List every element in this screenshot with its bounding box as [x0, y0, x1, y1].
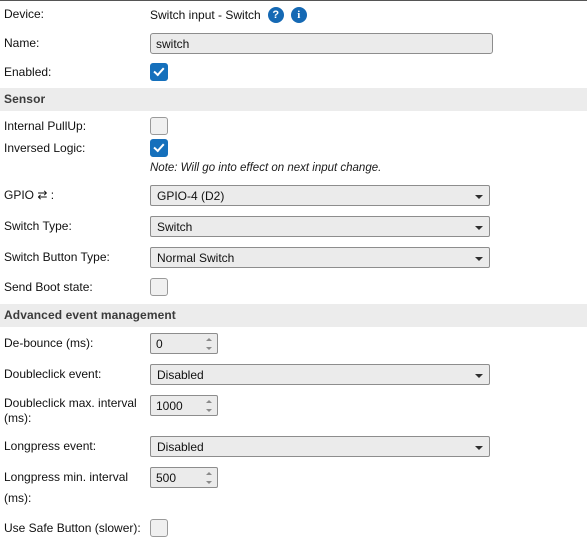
doubleclick-event-row: Doubleclick event: Disabled: [0, 359, 587, 390]
spinner-icon[interactable]: [205, 399, 212, 412]
spinner-down-icon[interactable]: [205, 480, 212, 484]
help-icon[interactable]: ?: [267, 7, 284, 23]
device-settings-form: Device: Switch input - Switch ? i Name: …: [0, 1, 587, 543]
switch-type-select[interactable]: Switch: [150, 216, 490, 237]
switch-type-label: Switch Type:: [4, 219, 72, 233]
name-input[interactable]: [150, 33, 493, 54]
doubleclick-event-select-value: Disabled: [157, 367, 204, 382]
safe-button-row: Use Safe Button (slower):: [0, 514, 587, 543]
spinner-down-icon[interactable]: [205, 408, 212, 412]
name-label: Name:: [4, 36, 40, 50]
enabled-row: Enabled:: [0, 58, 587, 88]
gpio-select-value: GPIO-4 (D2): [157, 188, 225, 203]
inversed-logic-note-row: Note: Will go into effect on next input …: [0, 159, 587, 182]
chevron-down-icon: [475, 373, 483, 378]
enabled-checkbox[interactable]: [150, 63, 168, 81]
doubleclick-interval-input[interactable]: 1000: [150, 395, 218, 416]
spinner-icon[interactable]: [205, 337, 212, 350]
device-value-text: Switch input - Switch: [150, 8, 261, 22]
longpress-interval-label: Longpress min. interval (ms):: [4, 470, 129, 505]
info-icon[interactable]: i: [290, 7, 307, 23]
name-row: Name:: [0, 30, 587, 58]
internal-pullup-row: Internal PullUp:: [0, 111, 587, 137]
debounce-value: 0: [156, 336, 163, 351]
advanced-section-header: Advanced event management: [0, 304, 587, 327]
longpress-event-select-value: Disabled: [157, 439, 204, 454]
debounce-row: De-bounce (ms): 0: [0, 327, 587, 359]
doubleclick-interval-label: Doubleclick max. interval (ms):: [4, 396, 137, 425]
safe-button-label: Use Safe Button (slower):: [4, 521, 141, 535]
send-boot-state-label: Send Boot state:: [4, 280, 93, 294]
doubleclick-event-label: Doubleclick event:: [4, 367, 102, 381]
chevron-down-icon: [475, 194, 483, 199]
switch-button-type-row: Switch Button Type: Normal Switch: [0, 242, 587, 273]
doubleclick-interval-row: Doubleclick max. interval (ms): 1000: [0, 390, 587, 431]
gpio-label: GPIO ⇄ :: [4, 188, 55, 202]
spinner-up-icon[interactable]: [205, 471, 212, 475]
internal-pullup-checkbox[interactable]: [150, 117, 168, 135]
enabled-label: Enabled:: [4, 65, 52, 79]
longpress-interval-value: 500: [156, 470, 177, 485]
inversed-logic-row: Inversed Logic:: [0, 137, 587, 159]
longpress-interval-row: Longpress min. interval (ms): 500: [0, 462, 587, 514]
chevron-down-icon: [475, 225, 483, 230]
longpress-event-label: Longpress event:: [4, 439, 97, 453]
chevron-down-icon: [475, 256, 483, 261]
gpio-row: GPIO ⇄ : GPIO-4 (D2): [0, 182, 587, 211]
longpress-interval-input[interactable]: 500: [150, 467, 218, 488]
chevron-down-icon: [475, 445, 483, 450]
inversed-logic-note: Note: Will go into effect on next input …: [150, 162, 382, 174]
debounce-input[interactable]: 0: [150, 333, 218, 354]
debounce-label: De-bounce (ms):: [4, 336, 94, 350]
switch-button-type-label: Switch Button Type:: [4, 250, 110, 264]
spinner-up-icon[interactable]: [205, 399, 212, 403]
sensor-section-header: Sensor: [0, 88, 587, 111]
switch-type-select-value: Switch: [157, 219, 193, 234]
spinner-icon[interactable]: [205, 471, 212, 484]
switch-type-row: Switch Type: Switch: [0, 211, 587, 242]
longpress-event-row: Longpress event: Disabled: [0, 431, 587, 462]
send-boot-state-row: Send Boot state:: [0, 273, 587, 304]
switch-button-type-select[interactable]: Normal Switch: [150, 247, 490, 268]
device-row: Device: Switch input - Switch ? i: [0, 1, 587, 30]
send-boot-state-checkbox[interactable]: [150, 278, 168, 296]
doubleclick-event-select[interactable]: Disabled: [150, 364, 490, 385]
spinner-up-icon[interactable]: [205, 337, 212, 341]
device-label: Device:: [4, 7, 45, 21]
switch-button-type-select-value: Normal Switch: [157, 250, 235, 265]
gpio-select[interactable]: GPIO-4 (D2): [150, 185, 490, 206]
device-value-group: Switch input - Switch ? i: [150, 7, 587, 23]
longpress-event-select[interactable]: Disabled: [150, 436, 490, 457]
spinner-down-icon[interactable]: [205, 346, 212, 350]
internal-pullup-label: Internal PullUp:: [4, 119, 87, 133]
doubleclick-interval-value: 1000: [156, 398, 183, 413]
inversed-logic-label: Inversed Logic:: [4, 141, 86, 155]
safe-button-checkbox[interactable]: [150, 519, 168, 537]
inversed-logic-checkbox[interactable]: [150, 139, 168, 157]
